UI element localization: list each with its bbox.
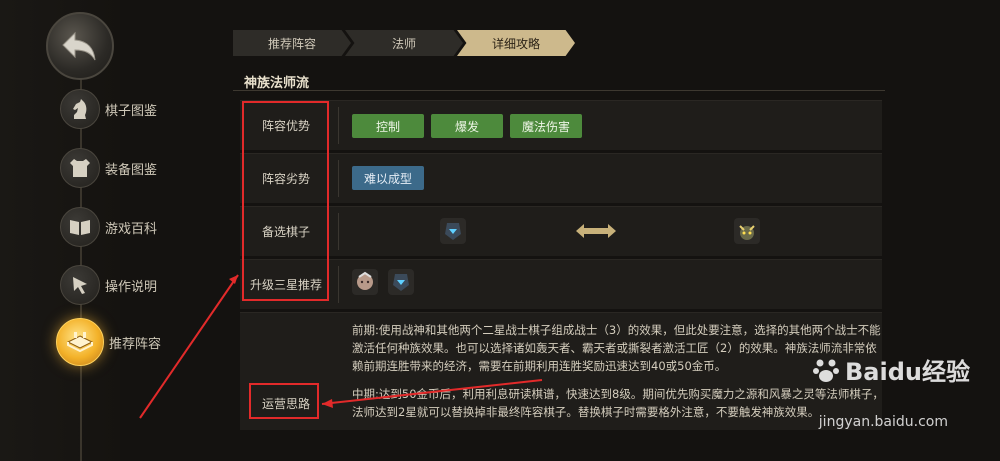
row-upgrade: 升级三星推荐 <box>240 259 882 309</box>
divider <box>338 213 339 250</box>
demon-icon <box>739 225 755 240</box>
row-advantage: 阵容优势 控制 爆发 魔法伤害 <box>240 100 882 150</box>
row-strategy: 运营思路 前期:使用战神和其他两个二星战士棋子组成战士（3）的效果，但此处要注意… <box>240 312 884 430</box>
nav-item-equipment[interactable]: 装备图鉴 <box>60 148 157 188</box>
chess-piece-portrait[interactable] <box>734 218 760 244</box>
breadcrumb-tabs: 推荐阵容 法师 详细攻略 <box>233 30 575 56</box>
baidu-watermark: Baidu经验 <box>811 352 970 387</box>
cursor-icon <box>60 265 100 305</box>
row-disadvantage: 阵容劣势 难以成型 <box>240 153 882 203</box>
warrior-face-icon <box>357 271 373 290</box>
divider <box>338 107 339 144</box>
nav-label: 游戏百科 <box>105 221 158 237</box>
board-icon <box>56 318 104 366</box>
tab-mage[interactable]: 法师 <box>345 30 463 56</box>
divider <box>338 160 339 197</box>
nav-item-pieces[interactable]: 棋子图鉴 <box>60 89 157 129</box>
annotation-box-labels <box>242 101 329 301</box>
chess-piece-portrait[interactable] <box>388 269 414 295</box>
nav-label: 棋子图鉴 <box>105 103 158 119</box>
helmet-icon <box>445 223 461 240</box>
paw-icon <box>813 359 840 382</box>
section-title: 神族法师流 <box>244 76 310 91</box>
watermark-url: jingyan.baidu.com <box>818 414 948 430</box>
tag-control: 控制 <box>352 114 424 138</box>
chess-piece-portrait[interactable] <box>352 269 378 295</box>
tab-label: 详细攻略 <box>491 36 540 51</box>
back-arrow-icon <box>62 31 96 61</box>
tag-magic-damage: 魔法伤害 <box>510 114 582 138</box>
chess-piece-portrait[interactable] <box>440 218 466 244</box>
tab-label: 推荐阵容 <box>267 36 316 51</box>
row-alternates: 备选棋子 <box>240 206 882 256</box>
tag-hard-to-form: 难以成型 <box>352 166 424 190</box>
helmet-icon <box>393 274 409 291</box>
nav-label: 推荐阵容 <box>109 336 162 352</box>
armor-icon <box>60 148 100 188</box>
nav-label: 操作说明 <box>105 279 158 295</box>
knight-icon <box>60 89 100 129</box>
annotation-box-strategy <box>249 383 319 419</box>
nav-item-encyclopedia[interactable]: 游戏百科 <box>60 207 157 247</box>
tab-detailed-guide[interactable]: 详细攻略 <box>457 30 575 56</box>
nav-label: 装备图鉴 <box>105 162 158 178</box>
nav-item-recommended[interactable]: 推荐阵容 <box>56 318 162 366</box>
tab-recommended[interactable]: 推荐阵容 <box>233 30 351 56</box>
divider <box>233 90 885 91</box>
strategy-mid-text: 中期:达到50金币后，利用利息研读棋谱，快速达到8级。期间优先购买魔力之源和风暴… <box>352 387 884 419</box>
swap-arrow-icon <box>576 224 616 238</box>
tab-label: 法师 <box>391 36 416 51</box>
watermark-brand: Baidu经验 <box>845 358 970 386</box>
nav-item-instructions[interactable]: 操作说明 <box>60 265 157 305</box>
strategy-early-text: 前期:使用战神和其他两个二星战士棋子组成战士（3）的效果，但此处要注意，选择的其… <box>352 323 881 373</box>
side-nav: 棋子图鉴 装备图鉴 游戏百科 操作说明 推荐阵容 <box>0 0 161 461</box>
back-button[interactable] <box>46 12 114 80</box>
tag-burst: 爆发 <box>431 114 503 138</box>
book-icon <box>60 207 100 247</box>
divider <box>338 266 339 303</box>
